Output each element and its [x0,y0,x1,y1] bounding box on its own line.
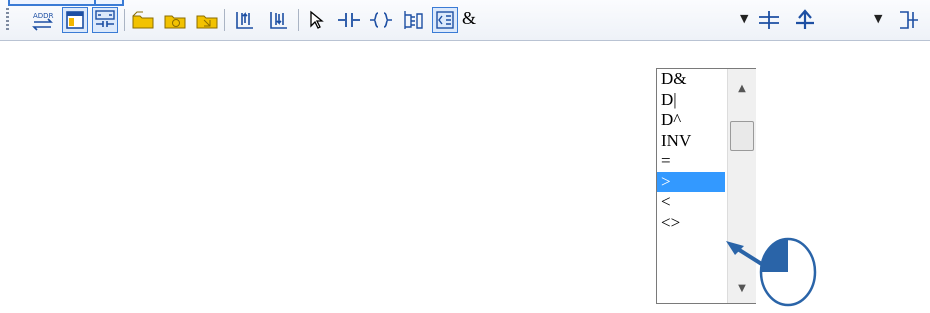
mouse-left-button [761,239,788,272]
mouse-pointer-annotation [726,237,817,307]
